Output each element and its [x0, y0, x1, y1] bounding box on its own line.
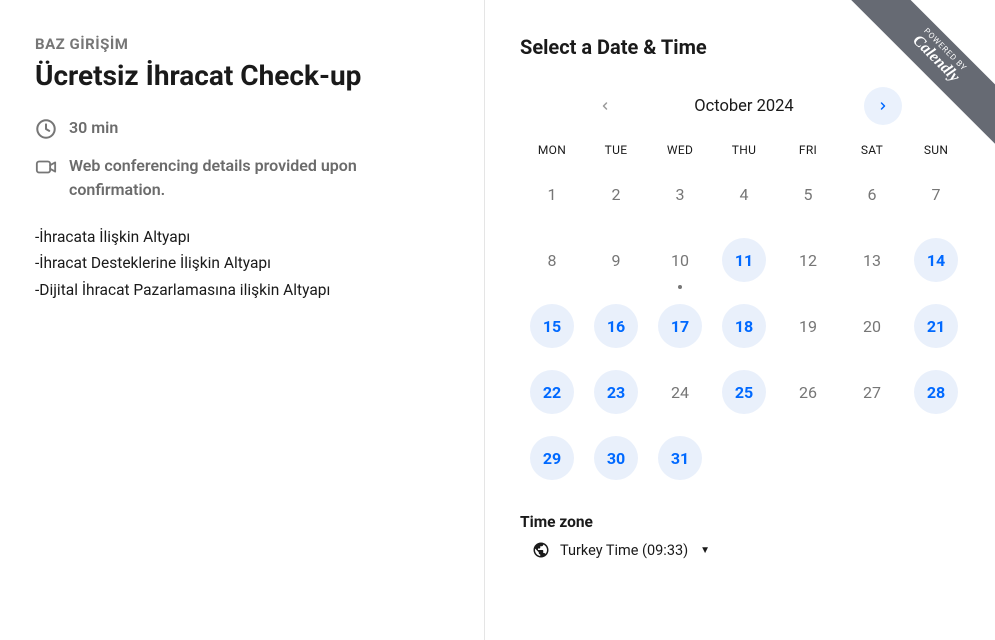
calendar-day-unavailable: 3 — [658, 172, 702, 216]
video-icon — [35, 156, 57, 178]
weekday-label: THU — [712, 143, 776, 157]
date-picker-panel: Select a Date & Time October 2024 — [485, 0, 995, 640]
calendar-day-unavailable: 9 — [594, 238, 638, 282]
calendar-day-available[interactable]: 25 — [722, 370, 766, 414]
calendar-day-available[interactable]: 30 — [594, 436, 638, 480]
chevron-left-icon — [599, 98, 611, 114]
chevron-right-icon — [877, 98, 889, 114]
description-line: -İhracata İlişkin Altyapı — [35, 224, 454, 250]
event-details-panel: BAZ GİRİŞİM Ücretsiz İhracat Check-up 30… — [0, 0, 485, 640]
calendar-day-available[interactable]: 22 — [530, 370, 574, 414]
calendar-day-available[interactable]: 17 — [658, 304, 702, 348]
calendar: October 2024 MON TUE WED THU FRI SAT SUN — [520, 87, 968, 481]
calendar-day-available[interactable]: 28 — [914, 370, 958, 414]
month-navigation: October 2024 — [520, 87, 968, 125]
calendar-day-available[interactable]: 21 — [914, 304, 958, 348]
weekday-label: SAT — [840, 143, 904, 157]
description-line: -İhracat Desteklerine İlişkin Altyapı — [35, 250, 454, 276]
calendar-day-available[interactable]: 15 — [530, 304, 574, 348]
location-text: Web conferencing details provided upon c… — [69, 154, 454, 202]
timezone-section: Time zone Turkey Time (09:33) ▼ — [520, 513, 985, 559]
location-row: Web conferencing details provided upon c… — [35, 154, 454, 202]
duration-text: 30 min — [69, 116, 118, 140]
days-grid: 1234567891011121314151617181920212223242… — [520, 171, 968, 481]
weekday-label: FRI — [776, 143, 840, 157]
calendar-day-unavailable: 20 — [850, 304, 894, 348]
calendar-day-available[interactable]: 23 — [594, 370, 638, 414]
calendar-day-available[interactable]: 29 — [530, 436, 574, 480]
duration-row: 30 min — [35, 116, 454, 140]
calendar-day-unavailable: 13 — [850, 238, 894, 282]
description-line: -Dijital İhracat Pazarlamasına ilişkin A… — [35, 277, 454, 303]
weekday-label: SUN — [904, 143, 968, 157]
next-month-button[interactable] — [864, 87, 902, 125]
calendar-day-unavailable: 10 — [658, 238, 702, 282]
prev-month-button[interactable] — [586, 87, 624, 125]
caret-down-icon: ▼ — [700, 545, 710, 556]
calendar-day-unavailable: 1 — [530, 172, 574, 216]
current-month-label: October 2024 — [694, 97, 793, 116]
timezone-label: Time zone — [520, 513, 985, 531]
calendar-day-available[interactable]: 18 — [722, 304, 766, 348]
calendar-day-unavailable: 6 — [850, 172, 894, 216]
timezone-select[interactable]: Turkey Time (09:33) ▼ — [520, 541, 985, 559]
calendar-day-unavailable: 2 — [594, 172, 638, 216]
clock-icon — [35, 118, 57, 140]
weekday-label: WED — [648, 143, 712, 157]
calendar-day-available[interactable]: 16 — [594, 304, 638, 348]
weekday-header: MON TUE WED THU FRI SAT SUN — [520, 143, 968, 157]
calendar-day-unavailable: 5 — [786, 172, 830, 216]
calendar-day-available[interactable]: 31 — [658, 436, 702, 480]
calendar-day-unavailable: 7 — [914, 172, 958, 216]
calendar-day-available[interactable]: 14 — [914, 238, 958, 282]
weekday-label: TUE — [584, 143, 648, 157]
weekday-label: MON — [520, 143, 584, 157]
calendar-day-available[interactable]: 11 — [722, 238, 766, 282]
globe-icon — [532, 541, 550, 559]
calendar-day-unavailable: 19 — [786, 304, 830, 348]
calendar-day-unavailable: 27 — [850, 370, 894, 414]
event-title: Ücretsiz İhracat Check-up — [35, 59, 454, 92]
calendar-day-unavailable: 4 — [722, 172, 766, 216]
event-description: -İhracata İlişkin Altyapı -İhracat Deste… — [35, 224, 454, 303]
calendar-day-unavailable: 26 — [786, 370, 830, 414]
calendar-day-unavailable: 12 — [786, 238, 830, 282]
calendar-day-unavailable: 8 — [530, 238, 574, 282]
timezone-value: Turkey Time (09:33) — [560, 542, 688, 559]
company-name: BAZ GİRİŞİM — [35, 35, 454, 53]
calendar-day-unavailable: 24 — [658, 370, 702, 414]
